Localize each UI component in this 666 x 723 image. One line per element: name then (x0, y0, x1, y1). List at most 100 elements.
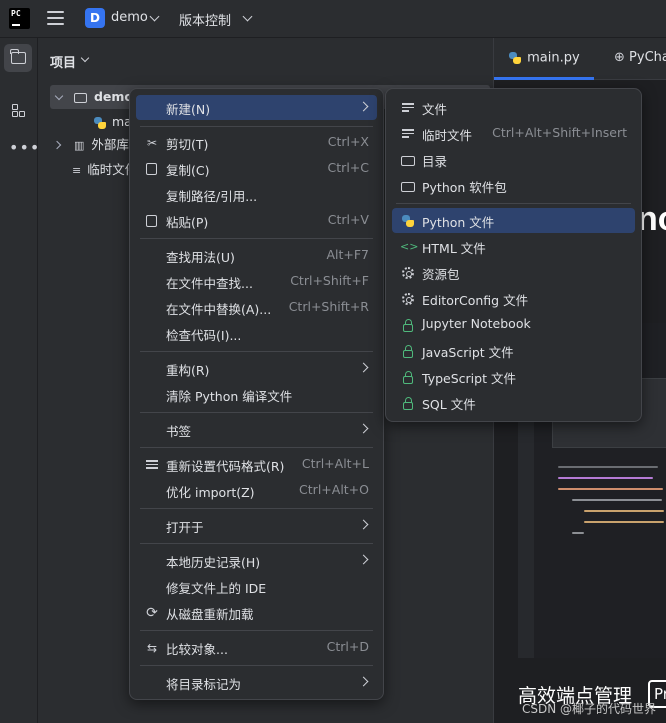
menu-item-shortcut: Ctrl+X (327, 134, 369, 149)
menu-item-refactor[interactable]: 重构(R) (136, 356, 377, 381)
chevron-right-icon[interactable] (52, 140, 62, 150)
menu-separator (396, 203, 631, 204)
menu-item-label: Python 文件 (422, 215, 495, 230)
python-file-icon (509, 52, 521, 64)
menu-item-repair-ide[interactable]: 修复文件上的 IDE (136, 574, 377, 599)
menu-item-open-in[interactable]: 打开于 (136, 513, 377, 538)
menu-item-clean-python[interactable]: 清除 Python 编译文件 (136, 382, 377, 407)
menu-item-label: 查找用法(U) (166, 250, 235, 265)
menu-item-paste[interactable]: 粘贴(P) Ctrl+V (136, 208, 377, 233)
submenu-item-typescript[interactable]: TypeScript 文件 (392, 364, 635, 389)
menu-item-optimize-imports[interactable]: 优化 import(Z) Ctrl+Alt+O (136, 478, 377, 503)
chevron-right-icon (358, 101, 369, 112)
tool-strip: ••• (0, 38, 40, 723)
menu-separator (140, 351, 373, 352)
more-icon[interactable]: ••• (9, 140, 40, 156)
pycharm-logo-icon[interactable]: PC (9, 8, 30, 29)
menu-item-local-history[interactable]: 本地历史记录(H) (136, 548, 377, 573)
menu-item-label: 重构(R) (166, 363, 210, 378)
menu-item-label: TypeScript 文件 (422, 371, 516, 386)
watermark: CSDN @椰子的代码世界 (522, 702, 657, 716)
panel-title[interactable]: 项目 (50, 52, 76, 71)
menu-item-label: HTML 文件 (422, 241, 486, 256)
menu-item-label: 在文件中替换(A)... (166, 302, 272, 317)
submenu-item-editorconfig[interactable]: EditorConfig 文件 (392, 286, 635, 311)
menu-separator (140, 665, 373, 666)
project-name[interactable]: demo (111, 10, 148, 25)
menu-item-new[interactable]: 新建(N) (136, 95, 377, 120)
submenu-item-jupyter[interactable]: Jupyter Notebook (392, 312, 635, 337)
submenu-item-scratch-file[interactable]: 临时文件 Ctrl+Alt+Shift+Insert (392, 121, 635, 146)
menu-separator (140, 412, 373, 413)
menu-separator (140, 630, 373, 631)
menu-item-shortcut: Ctrl+Shift+R (288, 299, 369, 314)
menu-item-replace-in-files[interactable]: 在文件中替换(A)... Ctrl+Shift+R (136, 295, 377, 320)
menu-item-mark-directory-as[interactable]: 将目录标记为 (136, 670, 377, 695)
code-line (558, 488, 663, 490)
menu-item-reload-from-disk[interactable]: ⟳ 从磁盘重新加载 (136, 600, 377, 625)
menu-item-reformat-code[interactable]: 重新设置代码格式(R) Ctrl+Alt+L (136, 452, 377, 477)
menu-item-copy-path[interactable]: 复制路径/引用... (136, 182, 377, 207)
format-icon (144, 457, 160, 473)
menu-item-shortcut: Alt+F7 (326, 247, 369, 262)
submenu-item-html-file[interactable]: <> HTML 文件 (392, 234, 635, 259)
menu-item-find-in-files[interactable]: 在文件中查找... Ctrl+Shift+F (136, 269, 377, 294)
submenu-item-resource-bundle[interactable]: 资源包 (392, 260, 635, 285)
title-bar: PC D demo 版本控制 (0, 0, 666, 38)
menu-item-cut[interactable]: ✂ 剪切(T) Ctrl+X (136, 130, 377, 155)
menu-item-label: 优化 import(Z) (166, 485, 255, 500)
chevron-right-icon (358, 423, 369, 434)
python-file-icon (94, 116, 106, 129)
menu-separator (140, 126, 373, 127)
project-tool-button[interactable] (4, 44, 32, 72)
menu-item-label: 清除 Python 编译文件 (166, 389, 293, 404)
menu-item-shortcut: Ctrl+Shift+F (290, 273, 369, 288)
code-line (558, 466, 658, 468)
menu-item-label: 打开于 (166, 520, 204, 535)
menu-item-label: 新建(N) (166, 102, 211, 117)
tab-pycharm[interactable]: ⊕ PyCharm (614, 50, 666, 65)
submenu-item-file[interactable]: 文件 (392, 95, 635, 120)
vcs-label[interactable]: 版本控制 (179, 10, 231, 29)
submenu-item-sql[interactable]: SQL 文件 (392, 390, 635, 415)
menu-item-find-usages[interactable]: 查找用法(U) Alt+F7 (136, 243, 377, 268)
menu-item-shortcut: Ctrl+Alt+Shift+Insert (492, 125, 627, 140)
javascript-lock-icon (400, 343, 416, 359)
submenu-item-python-package[interactable]: Python 软件包 (392, 173, 635, 198)
library-icon: ▥ (73, 139, 85, 152)
tab-main-py[interactable]: main.py (507, 50, 580, 66)
sql-lock-icon (400, 395, 416, 411)
menu-item-label: 书签 (166, 424, 192, 439)
chevron-down-icon[interactable] (242, 11, 253, 22)
main-menu-icon[interactable] (47, 11, 64, 25)
folder-icon (73, 92, 87, 103)
menu-item-label: 重新设置代码格式(R) (166, 459, 285, 474)
menu-item-shortcut: Ctrl+D (326, 639, 369, 654)
tree-item-label: 外部库 (91, 137, 129, 152)
project-badge[interactable]: D (85, 8, 105, 28)
scratch-file-icon (400, 126, 416, 142)
editor-tabs: main.py ⊕ PyCharm (494, 38, 666, 80)
scissors-icon: ✂ (146, 136, 158, 150)
menu-item-shortcut: Ctrl+Alt+O (299, 482, 369, 497)
menu-item-inspect-code[interactable]: 检查代码(I)... (136, 321, 377, 346)
chevron-down-icon[interactable] (54, 91, 64, 101)
menu-item-label: 剪切(T) (166, 137, 209, 152)
copy-icon (144, 161, 160, 177)
globe-icon: ⊕ (614, 50, 625, 65)
submenu-item-javascript[interactable]: JavaScript 文件 (392, 338, 635, 363)
tree-item-external-libraries[interactable]: ▥ 外部库 (50, 133, 129, 157)
scratch-icon: ≡ (72, 164, 82, 177)
reload-icon: ⟳ (146, 605, 158, 621)
new-submenu: 文件 临时文件 Ctrl+Alt+Shift+Insert 目录 Python … (385, 88, 642, 422)
chevron-down-icon[interactable] (149, 11, 160, 22)
menu-item-bookmarks[interactable]: 书签 (136, 417, 377, 442)
structure-tool-button[interactable] (4, 96, 32, 124)
menu-item-compare-with[interactable]: ⇆ 比较对象... Ctrl+D (136, 635, 377, 660)
menu-item-copy[interactable]: 复制(C) Ctrl+C (136, 156, 377, 181)
menu-item-label: JavaScript 文件 (422, 345, 514, 360)
submenu-item-python-file[interactable]: Python 文件 (392, 208, 635, 233)
submenu-item-directory[interactable]: 目录 (392, 147, 635, 172)
chevron-down-icon[interactable] (80, 53, 90, 63)
python-icon (400, 213, 416, 229)
